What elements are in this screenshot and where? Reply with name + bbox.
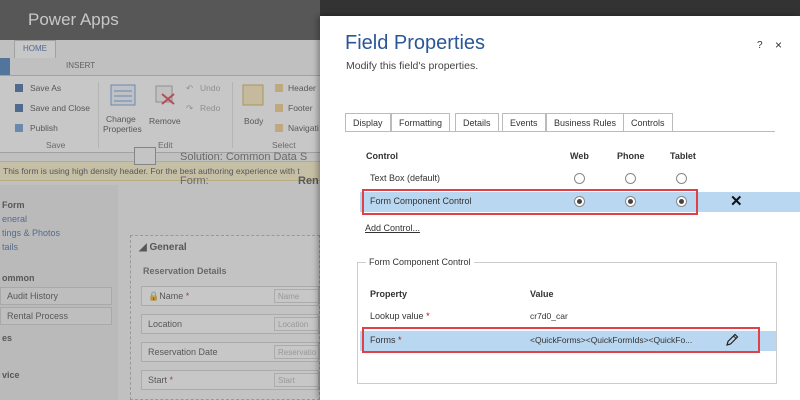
web-column-header: Web <box>570 151 589 161</box>
phone-column-header: Phone <box>617 151 645 161</box>
form-component-properties: Form Component Control Property Value Lo… <box>357 257 777 384</box>
required-marker: * <box>426 311 430 321</box>
tablet-radio[interactable] <box>676 173 687 184</box>
help-icon[interactable]: ? <box>757 40 763 51</box>
dialog-title: Field Properties <box>345 32 486 54</box>
tab-display[interactable]: Display <box>345 113 391 131</box>
close-icon[interactable]: × <box>775 38 782 52</box>
property-row-lookup-value[interactable]: Lookup value * cr7d0_car <box>360 307 776 327</box>
web-radio[interactable] <box>574 173 585 184</box>
tab-controls[interactable]: Controls <box>623 113 673 132</box>
highlight-box <box>362 327 760 353</box>
tab-business-rules[interactable]: Business Rules <box>546 113 625 131</box>
fieldset-legend: Form Component Control <box>366 257 474 267</box>
highlight-box <box>362 189 698 215</box>
tab-details[interactable]: Details <box>455 113 499 131</box>
dialog-subtitle: Modify this field's properties. <box>346 60 479 72</box>
phone-radio[interactable] <box>625 173 636 184</box>
control-row-textbox[interactable]: Text Box (default) <box>360 169 800 189</box>
modal-overlay <box>0 0 320 400</box>
property-value: cr7d0_car <box>530 311 568 321</box>
field-properties-dialog: Field Properties Modify this field's pro… <box>320 16 800 400</box>
remove-control-icon[interactable]: ✕ <box>730 192 743 210</box>
tab-events[interactable]: Events <box>502 113 546 131</box>
control-column-header: Control <box>366 151 398 161</box>
control-name: Text Box (default) <box>370 173 441 183</box>
tabs-divider <box>345 131 775 132</box>
tab-formatting[interactable]: Formatting <box>391 113 451 131</box>
add-control-link[interactable]: Add Control... <box>365 223 420 233</box>
value-column-header: Value <box>530 289 554 299</box>
property-name: Lookup value * <box>370 311 430 321</box>
property-name-text: Lookup value <box>370 311 424 321</box>
tablet-column-header: Tablet <box>670 151 696 161</box>
property-column-header: Property <box>370 289 408 299</box>
